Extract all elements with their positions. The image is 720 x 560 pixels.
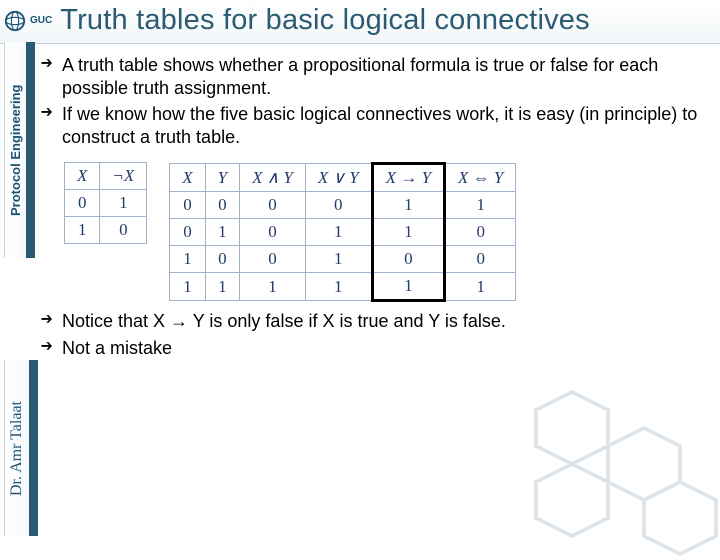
- slide-title: Truth tables for basic logical connectiv…: [60, 4, 590, 37]
- sidebar-author-label: Dr. Amr Talaat: [4, 360, 38, 536]
- connectives-truth-table: X Y X ∧ Y X ∨ Y X → Y X ⇔ Y 000011 01011…: [169, 162, 516, 302]
- guc-logo: GUC: [4, 10, 52, 32]
- table-row: 010110: [170, 219, 516, 246]
- bullet-item: A truth table shows whether a propositio…: [40, 52, 710, 101]
- table-header: X ∧ Y: [240, 164, 306, 192]
- bullet-item: Not a mistake: [40, 335, 710, 362]
- globe-icon: [4, 10, 26, 32]
- table-header: X: [65, 163, 100, 190]
- bottom-bullet-list: Notice that X → Y is only false if X is …: [40, 308, 710, 361]
- table-row: 000011: [170, 192, 516, 219]
- title-bar: GUC Truth tables for basic logical conne…: [0, 0, 720, 44]
- sidebar-course-label: Protocol Engineering: [4, 42, 35, 258]
- table-header: X → Y: [372, 164, 444, 192]
- table-row: 1 0: [65, 217, 147, 244]
- logo-text: GUC: [30, 15, 52, 26]
- bullet-item: Notice that X → Y is only false if X is …: [40, 308, 710, 335]
- table-row: 111111: [170, 273, 516, 301]
- table-header: X ⇔ Y: [445, 164, 516, 192]
- table-header: ¬X: [100, 163, 147, 190]
- slide-content: A truth table shows whether a propositio…: [40, 46, 710, 530]
- table-header: X ∨ Y: [305, 164, 372, 192]
- table-header: X: [170, 164, 205, 192]
- truth-tables-row: X ¬X 0 1 1 0 X Y X ∧ Y X ∨ Y X → Y X ⇔ Y: [64, 162, 710, 302]
- table-row: 100100: [170, 246, 516, 273]
- bullet-item: If we know how the five basic logical co…: [40, 101, 710, 150]
- table-header: Y: [205, 164, 239, 192]
- table-row: 0 1: [65, 190, 147, 217]
- top-bullet-list: A truth table shows whether a propositio…: [40, 52, 710, 150]
- negation-truth-table: X ¬X 0 1 1 0: [64, 162, 147, 244]
